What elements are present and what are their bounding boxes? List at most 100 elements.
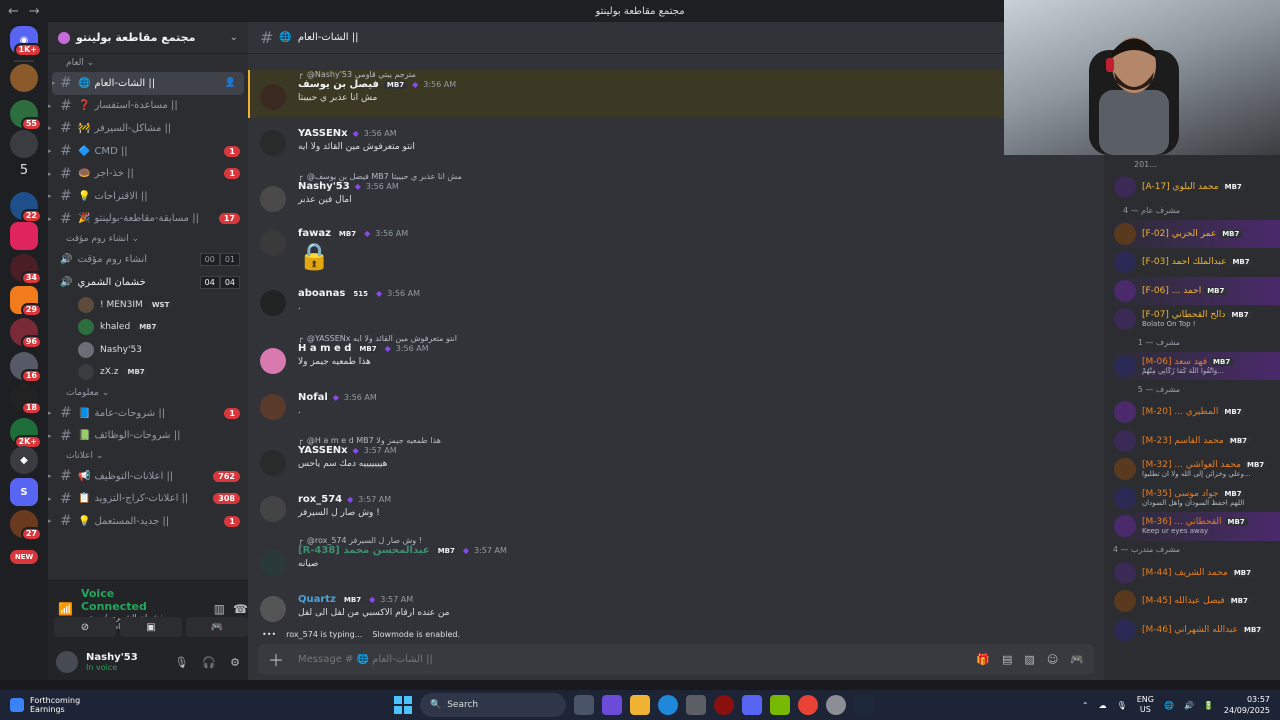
microphone-icon[interactable]: 🎙	[1117, 701, 1127, 710]
server-icon[interactable]: 96	[10, 318, 42, 349]
language-indicator[interactable]: ENG US	[1137, 695, 1154, 715]
battery-icon[interactable]: 🔋	[1204, 701, 1214, 710]
channel-item[interactable]: ▸ # 💡 جديد-المستعمل || 1	[48, 510, 248, 533]
server-icon[interactable]: 55	[10, 100, 42, 131]
server-icon[interactable]	[10, 64, 38, 92]
activity-button[interactable]: 🎮	[186, 617, 248, 637]
avatar[interactable]	[260, 230, 286, 256]
server-icon[interactable]	[10, 130, 38, 158]
store-icon[interactable]	[686, 695, 706, 715]
server-icon[interactable]: ◆	[10, 446, 38, 474]
add-member-icon[interactable]: 👤	[225, 78, 236, 88]
chat-message[interactable]: aboanas 515 ◆ 3:56 AM.	[248, 288, 1004, 316]
video-off-button[interactable]: ⊘	[54, 617, 116, 637]
new-servers-pill[interactable]: NEW	[10, 550, 38, 564]
member-item[interactable]: [F-06] ... أحمد MB7	[1104, 276, 1280, 305]
channel-item[interactable]: ▸ # ❓ مساعدة-استفسار ||	[48, 95, 248, 118]
author-name[interactable]: H a m e d	[298, 343, 351, 354]
member-item[interactable]: [M-44] محمد الشريف MB7	[1104, 559, 1280, 588]
plus-icon[interactable]: ＋	[268, 647, 284, 671]
author-name[interactable]: YASSENx	[298, 445, 348, 456]
avatar[interactable]	[260, 290, 286, 316]
member-item[interactable]: [M-23] محمد القاسم MB7	[1104, 427, 1280, 456]
channel-item[interactable]: ▸ # 📋 اعلانات-كراج-التزويد || 308	[48, 488, 248, 511]
steam-icon[interactable]	[854, 695, 874, 715]
obs-icon[interactable]	[826, 695, 846, 715]
voice-user[interactable]: ! MEN3IM WST	[48, 293, 248, 316]
reply-preview[interactable]: ┌ @Nashy'53 مترجم يبتي قاومي	[298, 70, 1004, 79]
category-header[interactable]: العام ⌄	[58, 54, 248, 72]
share-screen-button[interactable]: ▣	[120, 617, 182, 637]
channel-item[interactable]: ▸ # 🌐 الشات-العام || 👤	[52, 72, 244, 95]
chat-message[interactable]: Quartz MB7 ◆ 3:57 AM من عنده ارقام الاكسبي م…	[248, 594, 1004, 622]
channel-item[interactable]: ▸ # 📗 شروحات-الوظائف ||	[48, 424, 248, 447]
avatar[interactable]	[260, 84, 286, 110]
clock[interactable]: 03:57 24/09/2025	[1224, 694, 1270, 716]
server-icon[interactable]: 16	[10, 352, 42, 383]
member-item[interactable]: [M-36] ... القحطاني MB7 Keep ur eyes away	[1104, 512, 1280, 541]
server-icon[interactable]: 22	[10, 192, 42, 223]
chat-message[interactable]: ┌ @YASSENx انتو متعرفوش مين القائد ولا اي…	[248, 334, 1004, 374]
chat-message[interactable]: ┌ @H a m e d MB7 هذا طمعيه جيمز ولا YASSEN…	[248, 436, 1004, 476]
file-explorer-icon[interactable]	[630, 695, 650, 715]
server-icon[interactable]: 2K+	[10, 418, 42, 449]
member-item[interactable]: [M-46] عبدالله الشهراني MB7	[1104, 616, 1280, 645]
member-item[interactable]: [F-02] عمر الحربي MB7	[1104, 219, 1280, 248]
server-icon[interactable]: S	[10, 478, 38, 506]
voice-channel-active[interactable]: 🔊 خشمان الشمري 04 04	[48, 271, 248, 294]
cloud-icon[interactable]: ☁	[1099, 701, 1107, 710]
member-item[interactable]: [A-17] محمد البلوي MB7	[1104, 173, 1280, 202]
chat-message[interactable]: YASSENx ◆ 3:56 AM انتو متعرفوش مين القائد و…	[248, 128, 1004, 156]
chat-message[interactable]: Nofal ◆ 3:56 AM.	[248, 392, 1004, 420]
apps-icon[interactable]: 🎮	[1070, 653, 1084, 666]
reply-preview[interactable]: ┌ @H a m e d MB7 هذا طمعيه جيمز ولا	[298, 436, 1004, 445]
author-name[interactable]: [R-438] عبدالمحسن محمد	[298, 545, 430, 556]
avatar[interactable]	[260, 450, 286, 476]
voice-user[interactable]: khaled MB7	[48, 316, 248, 339]
server-icon[interactable]: 34	[10, 254, 42, 285]
reply-preview[interactable]: ┌ @YASSENx انتو متعرفوش مين القائد ولا اي…	[298, 334, 1004, 343]
sticker-icon[interactable]: ▨	[1024, 653, 1034, 666]
member-item[interactable]: [M-45] فيصل عبدالله MB7	[1104, 587, 1280, 616]
direct-messages-button[interactable]: ◉ 1K+	[10, 26, 42, 57]
member-item[interactable]: [F-07] دالح القحطاني MB7 Bolato On Top !	[1104, 305, 1280, 334]
disconnect-icon[interactable]: ☎	[233, 602, 248, 616]
noise-suppression-icon[interactable]: ▥	[214, 602, 225, 616]
category-header[interactable]: اعلانات ⌄	[58, 447, 248, 465]
category-header[interactable]: معلومات ⌄	[58, 384, 248, 402]
chat-message[interactable]: ┌ @rox_574 وش صار ل السيرفر ! [R-438] عبدا…	[248, 536, 1004, 576]
author-name[interactable]: YASSENx	[298, 128, 348, 139]
headphones-icon[interactable]: 🎧	[202, 656, 216, 669]
microphone-icon[interactable]: 🎙	[174, 656, 188, 669]
server-icon[interactable]: 18	[10, 384, 42, 415]
gear-icon[interactable]: ⚙	[230, 656, 240, 669]
volume-icon[interactable]: 🔊	[1184, 701, 1194, 710]
widgets-button[interactable]: Forthcoming Earnings	[10, 696, 80, 714]
reply-preview[interactable]: ┌ @rox_574 وش صار ل السيرفر !	[298, 536, 1004, 545]
author-name[interactable]: aboanas	[298, 288, 345, 299]
member-item[interactable]: [M-35] جواد موسى MB7 اللهم احفظ السودان وا…	[1104, 484, 1280, 513]
server-icon[interactable]	[10, 222, 38, 250]
voice-channel-create[interactable]: 🔊 انشاء روم مؤقت 00 01	[48, 248, 248, 271]
chevron-up-icon[interactable]: ⌃	[1082, 701, 1089, 710]
category-header[interactable]: انشاء روم مؤقت ⌄	[58, 230, 248, 248]
back-arrow-icon[interactable]: ←	[8, 4, 19, 19]
start-button[interactable]	[394, 696, 412, 714]
server-header[interactable]: مجتمع مقاطعة بولينتو ⌄	[48, 22, 248, 54]
emoji-icon[interactable]: ☺	[1047, 653, 1058, 666]
author-name[interactable]: Quartz	[298, 594, 336, 605]
server-icon[interactable]: 27	[10, 510, 42, 541]
author-name[interactable]: rox_574	[298, 494, 342, 505]
chat-message[interactable]: ┌ @Nashy'53 مترجم يبتي قاومي فيصل بن يوسف M…	[248, 70, 1004, 110]
chat-message[interactable]: ┌ @فيصل بن يوسف MB7 مش انا عذبر ي حبيبتا N…	[248, 172, 1004, 212]
avatar[interactable]	[260, 550, 286, 576]
author-name[interactable]: fawaz	[298, 228, 331, 239]
voice-user[interactable]: zX.z MB7	[48, 361, 248, 384]
channel-item[interactable]: ▸ # 🚧 مشاكل-السيرفر ||	[48, 117, 248, 140]
server-folder-count[interactable]: 5	[0, 163, 48, 178]
avatar[interactable]	[260, 596, 286, 622]
member-item[interactable]: [M-06] فهد سعد MB7 وَاتَّقُوا اللَّهَ كَمَ…	[1104, 351, 1280, 380]
avatar[interactable]	[260, 348, 286, 374]
avatar[interactable]	[260, 394, 286, 420]
channel-item[interactable]: ▸ # 📢 اعلانات-التوظيف || 762	[48, 465, 248, 488]
